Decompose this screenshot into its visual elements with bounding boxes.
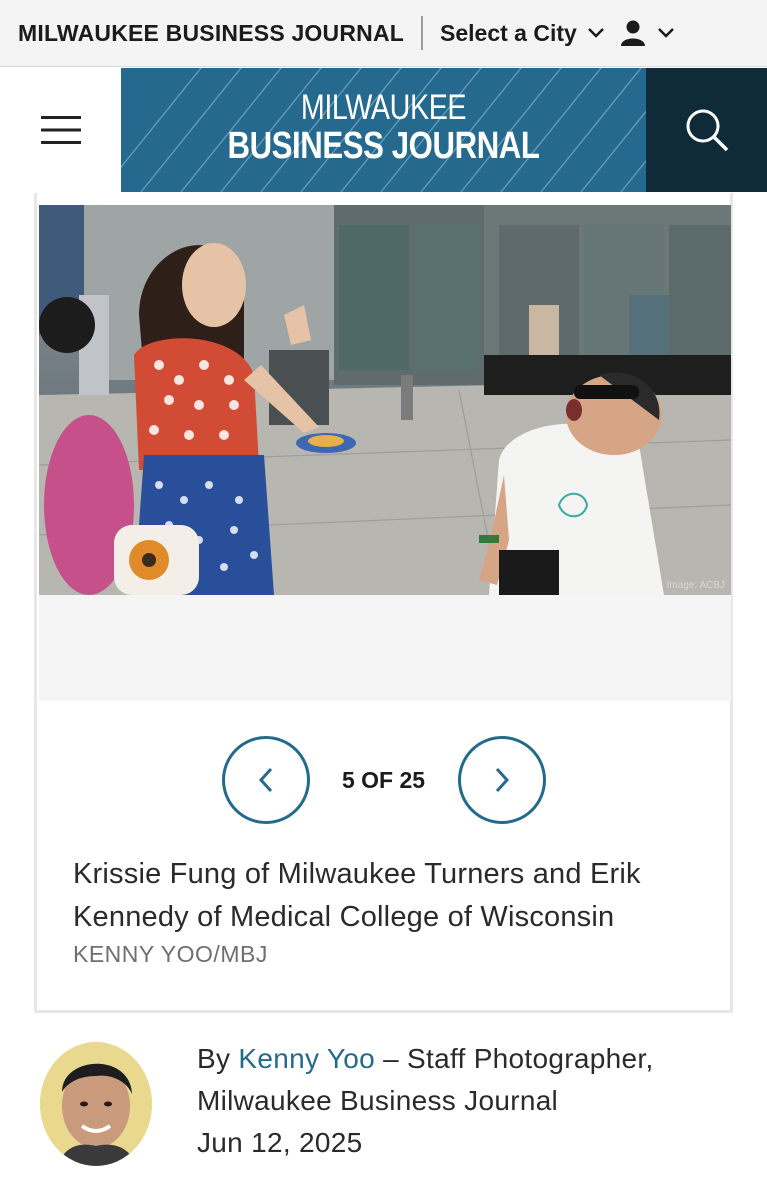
city-select-label: Select a City xyxy=(440,19,577,46)
gallery-pager: 5 OF 25 xyxy=(37,736,730,824)
menu-button[interactable] xyxy=(0,68,121,192)
byline-text: By Kenny Yoo – Staff Photographer, Milwa… xyxy=(197,1038,737,1164)
avatar[interactable] xyxy=(40,1042,152,1166)
gallery-photo[interactable]: Image: ACBJ xyxy=(39,205,731,595)
photo-gallery: Image: ACBJ 5 OF 25 Krissie Fung of Milw… xyxy=(34,193,733,1013)
logo-line-1: MILWAUKEE xyxy=(300,88,467,127)
author-photo xyxy=(40,1042,152,1166)
masthead: MILWAUKEE BUSINESS JOURNAL xyxy=(0,68,767,192)
chevron-right-icon xyxy=(495,767,509,793)
slide-counter: 5 OF 25 xyxy=(341,766,426,793)
city-select[interactable]: Select a City xyxy=(440,20,605,47)
image-credit: Image: ACBJ xyxy=(666,580,725,591)
photo-credit: KENNY YOO/MBJ xyxy=(73,941,268,967)
chevron-down-icon xyxy=(587,28,604,38)
publication-name[interactable]: MILWAUKEE BUSINESS JOURNAL xyxy=(18,20,404,47)
user-icon xyxy=(620,20,645,46)
next-button[interactable] xyxy=(457,736,546,824)
event-photo-illustration xyxy=(39,205,731,595)
previous-button[interactable] xyxy=(221,736,310,824)
search-icon xyxy=(686,109,728,152)
author-link[interactable]: Kenny Yoo xyxy=(238,1043,375,1074)
chevron-down-icon xyxy=(657,28,674,38)
divider xyxy=(421,16,424,50)
publish-date: Jun 12, 2025 xyxy=(197,1127,363,1158)
search-button[interactable] xyxy=(646,68,767,192)
photo-frame: Image: ACBJ xyxy=(39,205,731,701)
site-logo[interactable]: MILWAUKEE BUSINESS JOURNAL xyxy=(121,68,646,192)
account-menu[interactable] xyxy=(620,19,675,47)
byline: By Kenny Yoo – Staff Photographer, Milwa… xyxy=(0,1030,767,1200)
top-bar: MILWAUKEE BUSINESS JOURNAL Select a City xyxy=(0,0,767,67)
chevron-left-icon xyxy=(258,767,272,793)
by-label: By xyxy=(197,1043,231,1074)
logo-line-2: BUSINESS JOURNAL xyxy=(227,125,540,167)
photo-caption: Krissie Fung of Milwaukee Turners and Er… xyxy=(73,858,641,933)
menu-icon xyxy=(40,116,81,144)
logo-wordmark: MILWAUKEE BUSINESS JOURNAL xyxy=(121,88,646,167)
